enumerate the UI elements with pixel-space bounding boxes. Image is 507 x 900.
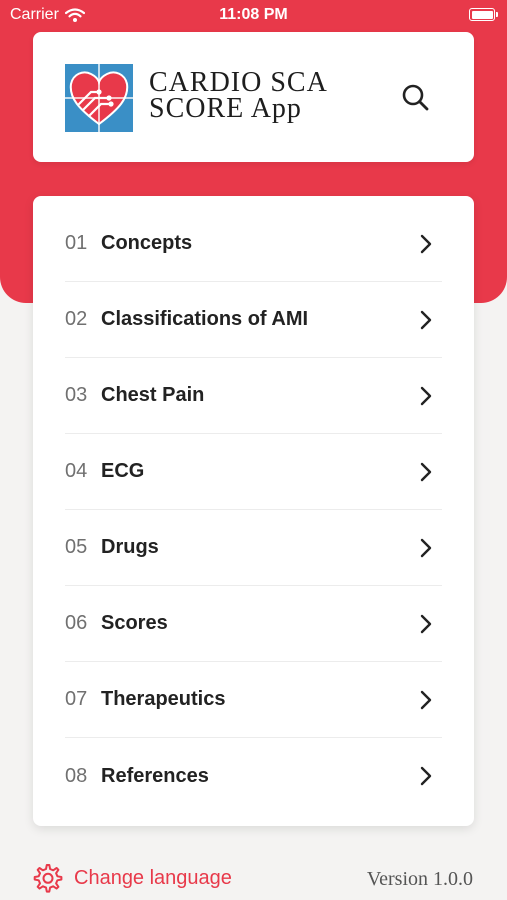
status-time: 11:08 PM (219, 6, 288, 23)
menu-item-ecg[interactable]: 04 ECG (65, 434, 442, 510)
menu-item-number: 01 (65, 232, 88, 254)
header-card: CARDIO SCA SCORE App (33, 32, 474, 162)
menu-item-label: References (101, 764, 209, 787)
menu-item-label: Concepts (101, 232, 193, 254)
menu-item-number: 02 (65, 308, 88, 330)
menu-item-label: Therapeutics (101, 688, 226, 710)
change-language-label: Change language (74, 866, 232, 889)
status-bar: Carrier 11:08 PM (0, 0, 507, 30)
menu-item-scores[interactable]: 06 Scores (65, 586, 442, 662)
menu-item-label: Scores (101, 612, 168, 634)
menu-item-number: 04 (65, 460, 88, 482)
chevron-right-icon (420, 310, 432, 329)
app-title: CARDIO SCA SCORE App (149, 69, 328, 124)
menu-item-label: Drugs (101, 536, 159, 558)
menu-item-number: 05 (65, 536, 88, 558)
chevron-right-icon (420, 766, 432, 786)
chevron-right-icon (420, 690, 432, 709)
menu-item-number: 03 (65, 384, 88, 406)
footer: Change language Version 1.0.0 (0, 860, 507, 900)
chevron-right-icon (420, 538, 432, 557)
app-title-line2: SCORE App (149, 93, 302, 124)
menu-item-therapeutics[interactable]: 07 Therapeutics (65, 662, 442, 738)
search-icon[interactable] (400, 82, 430, 112)
change-language-button[interactable]: Change language (32, 862, 232, 894)
menu-list: 01 Concepts 02 Classifications of AMI 03… (33, 196, 474, 826)
chevron-right-icon (420, 386, 432, 405)
chevron-right-icon (420, 614, 432, 633)
menu-item-number: 06 (65, 612, 88, 634)
menu-item-drugs[interactable]: 05 Drugs (65, 510, 442, 586)
menu-item-number: 08 (65, 764, 88, 787)
heart-logo-icon (65, 64, 133, 132)
menu-item-label: Classifications of AMI (101, 308, 309, 330)
menu-item-number: 07 (65, 688, 88, 710)
chevron-right-icon (420, 234, 432, 253)
battery-icon (469, 8, 498, 21)
gear-icon (33, 864, 63, 893)
menu-item-chest-pain[interactable]: 03 Chest Pain (65, 358, 442, 434)
menu-item-label: ECG (101, 460, 145, 482)
menu-item-references[interactable]: 08 References (65, 738, 442, 814)
menu-item-label: Chest Pain (101, 384, 205, 406)
chevron-right-icon (420, 462, 432, 481)
menu-item-concepts[interactable]: 01 Concepts (65, 206, 442, 282)
menu-item-classifications[interactable]: 02 Classifications of AMI (65, 282, 442, 358)
version-label: Version 1.0.0 (366, 868, 473, 890)
